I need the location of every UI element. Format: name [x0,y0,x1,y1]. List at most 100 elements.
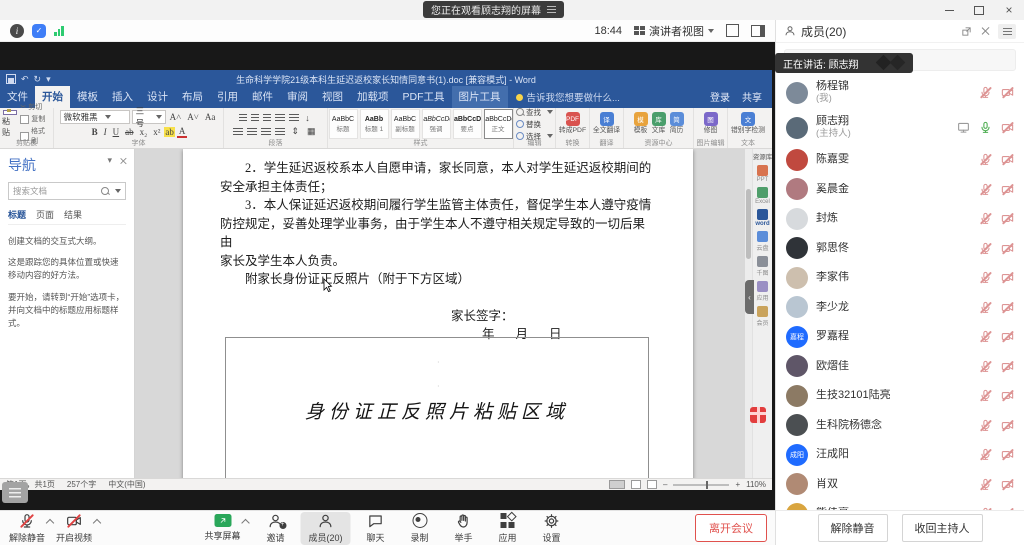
member-row[interactable]: 肖双 [776,470,1024,500]
panel-menu-icon[interactable] [998,24,1016,39]
paste-button[interactable]: 粘贴 [2,110,17,138]
mic-icon[interactable] [979,153,992,166]
find-button[interactable]: 查找 [516,107,553,118]
style-chip[interactable]: AaBbCcDd 正文 [484,109,513,139]
minimize-button[interactable] [934,0,964,20]
sidebar-collapse-tab[interactable]: ‹ [745,280,754,314]
share-document-button[interactable]: 共享 [742,89,762,104]
maximize-button[interactable] [964,0,994,20]
member-row[interactable]: 生科院杨德念 [776,411,1024,441]
strikethrough-button[interactable]: ab [123,127,136,137]
mic-icon[interactable] [979,301,992,314]
change-case-button[interactable]: Aa [203,112,218,122]
library-button[interactable]: 库文库 [652,110,666,138]
mic-icon[interactable] [979,507,992,510]
member-row[interactable]: 成阳 汪成阳 [776,440,1024,470]
templates-button[interactable]: 模模板 [634,110,648,138]
align-center-icon[interactable] [247,128,257,136]
info-icon[interactable]: i [10,24,24,38]
mic-icon[interactable] [979,242,992,255]
member-list[interactable]: 杨程锦 (我) 顾志翔 (主持人) [776,75,1024,510]
style-chip[interactable]: AaBbCcDc 要点 [453,109,482,139]
resource-sidebar-header[interactable]: 资源库 [753,151,773,161]
ribbon-tab[interactable]: 引用 [210,86,245,108]
member-row[interactable]: 生技32101陆亮 [776,381,1024,411]
camera-off-icon[interactable] [1001,301,1014,314]
ribbon-tab[interactable]: 加载项 [350,86,396,108]
share-options-chevron[interactable] [241,519,249,527]
camera-off-icon[interactable] [1001,330,1014,343]
number-list-icon[interactable] [251,114,259,122]
network-signal-icon[interactable] [54,25,64,36]
resume-button[interactable]: 简简历 [670,110,684,138]
camera-off-icon[interactable] [1001,121,1014,134]
camera-off-icon[interactable] [1001,507,1014,510]
apps-button[interactable]: 应用 [489,512,527,545]
translate-button[interactable]: 译全文翻译 [593,110,620,138]
nav-dropdown-icon[interactable]: ▾ [107,155,112,166]
camera-off-icon[interactable] [1001,478,1014,491]
print-layout-icon[interactable] [631,480,641,489]
resource-item[interactable]: 会员 [756,306,768,327]
resource-item[interactable]: 应用 [756,281,768,302]
mic-icon[interactable] [979,330,992,343]
camera-off-icon[interactable] [1001,183,1014,196]
document-page[interactable]: 2．学生延迟返校系本人自愿申请，家长同意，本人对学生延迟返校期间的安全承担主体责… [183,149,693,478]
resource-item[interactable]: word [755,209,769,227]
floating-menu-button[interactable] [2,482,28,503]
resource-item[interactable]: 千图 [756,256,768,277]
resource-item[interactable]: 云盘 [756,231,768,252]
side-panel-layout-icon[interactable] [751,25,765,37]
word-count[interactable]: 257个字 [67,479,96,490]
nav-search-box[interactable]: 搜索文档 [8,182,126,200]
style-chip[interactable]: AaBb 标题 1 [360,109,389,139]
tell-me-box[interactable]: 告诉我您想要做什么... [508,90,628,108]
nav-tab[interactable]: 标题 [8,208,26,221]
camera-off-icon[interactable] [1001,448,1014,461]
share-banner[interactable]: 您正在观看顾志翔的屏幕 [423,1,564,18]
invite-button[interactable]: + 邀请 [257,512,295,545]
ribbon-tab[interactable]: 图片工具 [452,86,508,108]
view-mode-selector[interactable]: 演讲者视图 [634,23,714,39]
photo-edit-button[interactable]: 图修图 [704,110,718,138]
share-screen-button[interactable]: 共享屏幕 [204,512,242,545]
camera-off-icon[interactable] [1001,242,1014,255]
zoom-slider[interactable] [673,484,729,486]
reclaim-host-button[interactable]: 收回主持人 [902,514,983,542]
mic-icon[interactable] [979,419,992,432]
style-chip[interactable]: AaBbC 标题 [329,109,358,139]
mic-icon[interactable] [979,448,992,461]
paragraph-buttons-row2[interactable]: ⇕ ▦ [233,126,317,137]
ribbon-tab[interactable]: PDF工具 [396,86,452,108]
close-button[interactable]: × [994,0,1024,20]
raise-hand-button[interactable]: 举手 [445,512,483,545]
popout-icon[interactable] [961,26,972,37]
decrease-indent-icon[interactable] [275,114,285,122]
highlight-button[interactable]: ab [164,127,175,137]
mic-icon[interactable] [979,121,992,134]
sort-icon[interactable]: ↓ [303,113,312,123]
bold-button[interactable]: B [90,127,100,137]
mic-icon[interactable] [979,360,992,373]
justify-icon[interactable] [275,128,285,136]
font-name-select[interactable]: 微软雅黑 [60,110,130,124]
fullscreen-icon[interactable] [726,24,739,37]
italic-button[interactable]: I [102,127,109,137]
security-shield-icon[interactable]: ✓ [32,24,46,38]
member-row[interactable]: 杨程锦 (我) [776,75,1024,110]
ribbon-tab[interactable]: 视图 [315,86,350,108]
record-button[interactable]: 录制 [401,512,439,545]
underline-button[interactable]: U [111,127,122,137]
nav-tab[interactable]: 页面 [36,208,54,221]
ribbon-tab[interactable]: 审阅 [280,86,315,108]
align-left-icon[interactable] [233,128,243,136]
leave-meeting-button[interactable]: 离开会议 [695,514,767,542]
unmute-button[interactable]: 解除静音 [8,512,46,545]
mic-icon[interactable] [979,478,992,491]
resource-item[interactable]: Excel [755,187,770,205]
mic-icon[interactable] [979,389,992,402]
multilevel-list-icon[interactable] [263,114,271,122]
mic-icon[interactable] [979,183,992,196]
gift-icon[interactable] [750,407,766,423]
camera-off-icon[interactable] [1001,389,1014,402]
